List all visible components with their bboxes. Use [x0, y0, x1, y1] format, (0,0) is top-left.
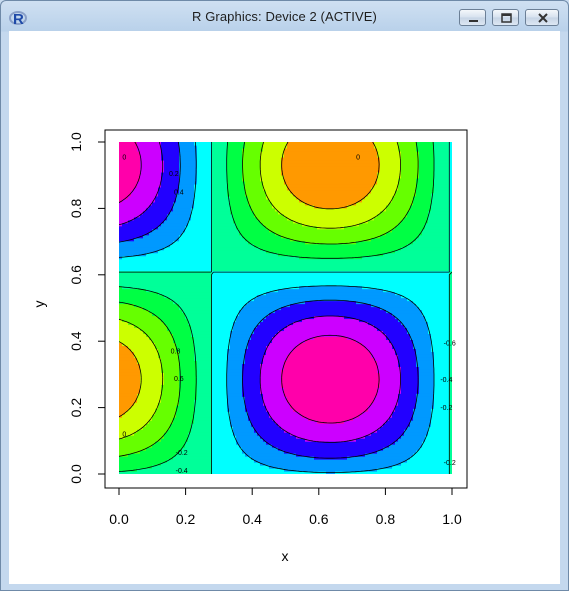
close-button[interactable]: [525, 9, 559, 26]
graphics-device-area: 0 0.2 0.4 0.8 0.6 0 -0.6 -0.4 -0.2 0 -0.2 -0.4 -0.2 …: [9, 31, 560, 584]
close-icon: [538, 13, 548, 23]
contour-plot: 00.20.40.80.60-0.6-0.4-0.20-0.2-0.4-0.2 …: [31, 129, 468, 564]
minimize-icon: [469, 20, 478, 22]
title-bar[interactable]: R R Graphics: Device 2 (ACTIVE): [1, 1, 568, 31]
maximize-button[interactable]: [492, 9, 519, 26]
minimize-button[interactable]: [459, 9, 486, 26]
r-graphics-window: R R Graphics: Device 2 (ACTIVE) 0 0.2 0.…: [0, 0, 569, 591]
maximize-icon: [501, 13, 512, 23]
